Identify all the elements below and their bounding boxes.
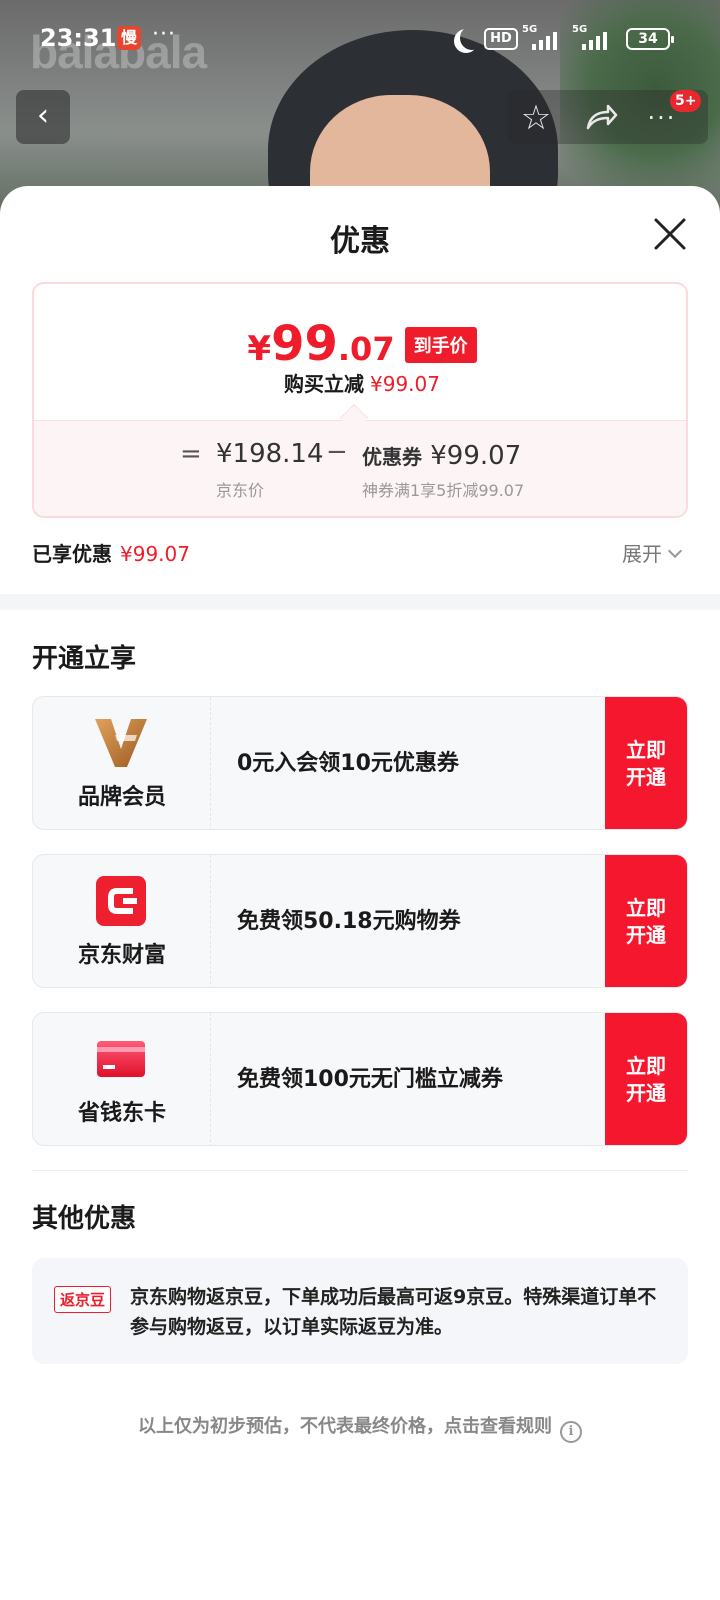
equals-sign: =	[180, 439, 202, 469]
offer-description: 免费领100元无门槛立减券	[237, 1067, 503, 1092]
jd-price-value: ¥198.14	[216, 439, 324, 469]
offer-name: 京东财富	[77, 943, 166, 968]
hd-voice-icon: HD	[484, 28, 518, 50]
jd-bean-rebate-card: 返京豆 京东购物返京豆，下单成功后最高可返9京豆。特殊渠道订单不参与购物返豆，以…	[32, 1258, 688, 1364]
jd-wealth-icon	[93, 873, 149, 929]
open-now-button[interactable]: 立即开通	[605, 697, 687, 829]
instant-reduction: 购买立减 ¥99.07	[284, 372, 440, 396]
jd-price-label: 京东价	[216, 481, 265, 500]
app-notification-icon: 慢	[117, 26, 141, 50]
offer-name: 品牌会员	[77, 785, 166, 810]
rebate-bean-tag: 返京豆	[54, 1286, 112, 1313]
rules-note[interactable]: 以上仅为初步预估，不代表最终价格，点击查看规则	[138, 1416, 552, 1437]
other-section-title: 其他优惠	[32, 1204, 137, 1234]
offer-card-brand-member[interactable]: 品牌会员 0元入会领10元优惠券 立即开通	[32, 696, 688, 830]
status-bar: 23:31 慢 ··· HD 5G 5G 34	[0, 0, 720, 80]
offer-description: 免费领50.18元购物券	[237, 909, 461, 934]
section-divider-line	[32, 1170, 688, 1171]
open-section-title: 开通立享	[32, 644, 137, 674]
back-button[interactable]: ‹	[16, 90, 70, 144]
info-icon[interactable]: i	[560, 1421, 582, 1443]
minus-sign: −	[326, 437, 348, 467]
status-time: 23:31	[40, 24, 117, 52]
discount-sheet: 优惠 ¥99.07 到手价 购买立减 ¥99.07 = ¥198.14 京东价 − …	[0, 186, 720, 1600]
share-icon[interactable]	[578, 96, 622, 140]
rebate-description: 京东购物返京豆，下单成功后最高可返9京豆。特殊渠道订单不参与购物返豆，以订单实际…	[130, 1286, 657, 1338]
signal-icon-sim2: 5G	[572, 24, 614, 50]
offer-card-jd-wealth[interactable]: 京东财富 免费领50.18元购物券 立即开通	[32, 854, 688, 988]
chevron-down-icon	[667, 543, 683, 559]
open-now-button[interactable]: 立即开通	[605, 855, 687, 987]
offer-name: 省钱东卡	[77, 1101, 166, 1126]
coupon-description: 神券满1享5折减99.07	[362, 481, 525, 500]
final-price-tag: 到手价	[404, 327, 477, 363]
price-breakdown: = ¥198.14 京东价 − 优惠券 ¥99.07 神券满1享5折减99.07	[34, 420, 686, 516]
enjoyed-discount: 已享优惠 ¥99.07	[32, 542, 190, 566]
brand-member-v-icon	[93, 715, 149, 771]
offer-card-savings-card[interactable]: 省钱东卡 免费领100元无门槛立减券 立即开通	[32, 1012, 688, 1146]
coupon-amount: 优惠券 ¥99.07	[362, 441, 522, 471]
do-not-disturb-icon	[460, 26, 484, 50]
price-summary-card: ¥99.07 到手价 购买立减 ¥99.07 = ¥198.14 京东价 − 优惠券…	[32, 282, 688, 518]
savings-card-icon	[93, 1031, 149, 1087]
sheet-title: 优惠	[330, 224, 390, 259]
offer-description: 0元入会领10元优惠券	[237, 751, 459, 776]
close-icon[interactable]	[652, 216, 688, 252]
final-price: ¥99.07 到手价	[34, 316, 686, 372]
signal-icon-sim1: 5G	[522, 24, 564, 50]
battery-icon: 34	[626, 28, 674, 50]
open-now-button[interactable]: 立即开通	[605, 1013, 687, 1145]
favorite-star-icon[interactable]: ☆	[514, 96, 558, 140]
more-notifications-icon: ···	[152, 22, 176, 47]
section-divider	[0, 594, 720, 610]
rules-footer[interactable]: 以上仅为初步预估，不代表最终价格，点击查看规则 i	[0, 1412, 720, 1443]
expand-toggle[interactable]: 展开	[622, 538, 683, 567]
message-count-badge: 5+	[670, 90, 702, 112]
